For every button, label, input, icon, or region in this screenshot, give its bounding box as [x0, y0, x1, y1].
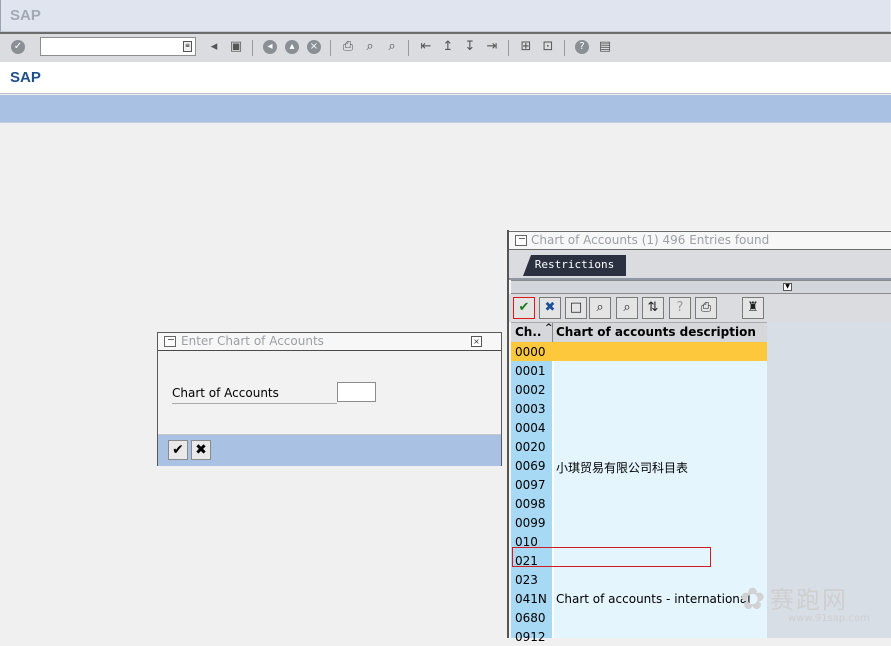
row-key: 0099	[515, 516, 546, 530]
table-row[interactable]: 0098	[511, 494, 767, 513]
table-row[interactable]: 041N Chart of accounts - international	[511, 589, 767, 608]
find-icon[interactable]: ⌕	[362, 39, 378, 55]
column-header-key[interactable]: Ch..	[515, 325, 541, 339]
cancel-icon[interactable]: ×	[307, 40, 321, 54]
chart-of-accounts-input[interactable]	[337, 382, 376, 402]
window-title-bar: SAP	[0, 0, 890, 32]
expand-restrictions-icon[interactable]: ▼	[783, 283, 792, 291]
window-title: SAP	[10, 7, 41, 24]
row-key: 0097	[515, 478, 546, 492]
row-key: 0003	[515, 402, 546, 416]
table-row[interactable]: 0069 小琪贸易有限公司科目表	[511, 456, 767, 475]
table-row[interactable]: 0680	[511, 608, 767, 627]
popup-title: Chart of Accounts (1) 496 Entries found	[531, 233, 770, 247]
popup-titlebar: Chart of Accounts (1) 496 Entries found	[509, 231, 891, 250]
system-toolbar: ✓ ≡ ◂ ▣ ◂ ▴ × ⎙ ⌕ ⌕ ⇤ ↥ ↧ ⇥ ⊞ ⊡ ? ▤	[0, 32, 891, 64]
table-row[interactable]: 0912	[511, 627, 767, 646]
watermark-url: www.91sap.com	[788, 613, 870, 624]
row-key: 0912	[515, 630, 546, 644]
popup-toolbar: ✔ ✖ □ ⌕ ⌕ ⇅ ? ⎙ ♜	[509, 294, 891, 322]
search-help-popup: Chart of Accounts (1) 496 Entries found …	[507, 230, 891, 644]
back-nav-icon[interactable]: ◂	[263, 40, 277, 54]
app-title: SAP	[10, 69, 41, 86]
find-next-icon[interactable]: ⌕	[616, 297, 638, 319]
application-toolbar	[0, 95, 891, 123]
command-field[interactable]: ≡	[40, 37, 196, 56]
table-row[interactable]: 0001	[511, 361, 767, 380]
row-key: 0020	[515, 440, 546, 454]
table-row[interactable]: 0004	[511, 418, 767, 437]
row-key: 0069	[515, 459, 546, 473]
watermark-logo-icon: ✿	[740, 582, 766, 617]
exit-icon[interactable]: ▴	[285, 40, 299, 54]
toolbar-divider	[408, 40, 409, 56]
sort-icon[interactable]: ⇅	[642, 297, 664, 319]
personal-list-icon[interactable]: ♜	[742, 297, 764, 319]
new-session-icon[interactable]: ⊞	[518, 39, 534, 55]
back-icon[interactable]: ◂	[206, 39, 222, 55]
toolbar-divider	[252, 40, 253, 56]
window-menu-icon[interactable]	[515, 235, 527, 246]
tab-strip: Restrictions	[509, 250, 891, 278]
column-divider[interactable]	[552, 323, 553, 342]
table-row[interactable]: 0002	[511, 380, 767, 399]
table-row[interactable]: 0000	[511, 342, 767, 361]
row-key: 0004	[515, 421, 546, 435]
watermark: ✿ 赛跑网 www.91sap.com	[740, 580, 880, 634]
row-key: 0098	[515, 497, 546, 511]
row-description: Chart of accounts - international	[556, 592, 751, 606]
print-icon[interactable]: ⎙	[695, 297, 717, 319]
row-key: 0001	[515, 364, 546, 378]
application-header: SAP	[0, 62, 891, 94]
enter-chart-of-accounts-dialog: Enter Chart of Accounts × Chart of Accou…	[157, 332, 502, 466]
table-row[interactable]: 0003	[511, 399, 767, 418]
dialog-button-bar: ✔ ✖	[158, 434, 501, 466]
row-key: 0002	[515, 383, 546, 397]
help-icon[interactable]: ?	[575, 40, 589, 54]
table-row[interactable]: 0020	[511, 437, 767, 456]
shortcut-icon[interactable]: ⊡	[540, 39, 556, 55]
toolbar-divider	[508, 40, 509, 56]
save-icon[interactable]: ▣	[228, 39, 244, 55]
watermark-text: 赛跑网	[770, 586, 848, 614]
table-row[interactable]: 0097	[511, 475, 767, 494]
table-row[interactable]: 0099	[511, 513, 767, 532]
print-icon[interactable]: ⎙	[340, 39, 356, 55]
restrictions-toggle-bar[interactable]: ▼	[511, 280, 891, 294]
window-menu-icon[interactable]	[164, 336, 176, 347]
find-next-icon[interactable]: ⌕	[384, 39, 400, 55]
next-page-icon[interactable]: ↧	[462, 39, 478, 55]
row-key: 023	[515, 573, 538, 587]
find-icon[interactable]: ⌕	[589, 297, 611, 319]
prev-page-icon[interactable]: ↥	[440, 39, 456, 55]
table-header: Ch.. ^ Chart of accounts description	[511, 322, 767, 343]
highlighted-row-outline	[512, 547, 711, 567]
dialog-title: Enter Chart of Accounts	[181, 334, 324, 348]
toolbar-divider	[564, 40, 565, 56]
cancel-button[interactable]: ✖	[191, 440, 211, 460]
row-key: 041N	[515, 592, 547, 606]
command-history-icon[interactable]: ≡	[183, 41, 192, 52]
row-description: 小琪贸易有限公司科目表	[556, 461, 689, 475]
enter-icon[interactable]: ✓	[11, 40, 25, 54]
first-page-icon[interactable]: ⇤	[418, 39, 434, 55]
close-icon[interactable]: ×	[471, 336, 482, 347]
confirm-button[interactable]: ✔	[168, 440, 188, 460]
layout-menu-icon[interactable]: ▤	[597, 39, 613, 55]
help-icon[interactable]: ?	[669, 297, 691, 319]
column-header-description[interactable]: Chart of accounts description	[556, 325, 756, 339]
results-table: Ch.. ^ Chart of accounts description 000…	[511, 322, 767, 644]
chart-of-accounts-label: Chart of Accounts	[172, 386, 337, 404]
dialog-titlebar: Enter Chart of Accounts ×	[158, 333, 501, 351]
row-key: 0000	[515, 345, 546, 359]
toolbar-divider	[330, 40, 331, 56]
cancel-popup-button[interactable]: ✖	[539, 297, 561, 319]
copy-button[interactable]: ✔	[513, 297, 535, 319]
row-key: 0680	[515, 611, 546, 625]
table-row[interactable]: 023	[511, 570, 767, 589]
new-entry-icon[interactable]: □	[565, 297, 587, 319]
tab-restrictions[interactable]: Restrictions	[523, 255, 626, 276]
last-page-icon[interactable]: ⇥	[484, 39, 500, 55]
